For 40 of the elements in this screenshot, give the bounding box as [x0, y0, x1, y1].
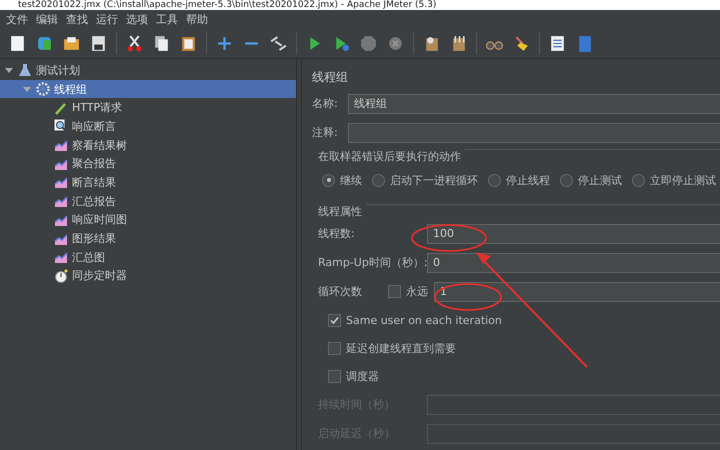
- radio-option[interactable]: 继续: [322, 172, 362, 188]
- field-label: 循环次数: [318, 284, 363, 299]
- checkbox-label: 延迟创建线程直到需要: [346, 340, 456, 356]
- tree-item[interactable]: 察看结果树: [0, 136, 296, 154]
- tree-item[interactable]: 汇总报告: [0, 192, 296, 210]
- tree-item[interactable]: HTTP请求: [0, 98, 296, 118]
- group-title: 线程属性: [316, 204, 366, 219]
- menu-item[interactable]: 工具: [156, 12, 178, 26]
- field-label: 线程数:: [318, 226, 356, 241]
- tree-item[interactable]: 响应断言: [0, 117, 296, 136]
- window-title: test20201022.jmx (C:\install\apache-jmeter-5.3\bin\test20201022.jmx) - Apache JMeter (5.3): [0, 0, 720, 10]
- group-title: 在取样器错误后要执行的动作: [316, 149, 465, 164]
- radio-option[interactable]: 停止测试: [560, 172, 622, 188]
- radio-option[interactable]: 启动下一进程循环: [372, 172, 478, 188]
- ramp-up-field[interactable]: 0: [427, 252, 720, 272]
- radio-option[interactable]: 停止线程: [488, 172, 550, 188]
- menu-item[interactable]: 帮助: [186, 12, 208, 26]
- menu-item[interactable]: 编辑: [36, 12, 58, 26]
- tree-item[interactable]: 测试计划: [0, 61, 296, 80]
- menu-item[interactable]: 查找: [66, 12, 88, 26]
- tree-item[interactable]: 断言结果: [0, 173, 296, 192]
- field-label: Ramp-Up时间（秒）:: [318, 255, 427, 270]
- checkbox-label: 调度器: [346, 368, 379, 384]
- tree-item[interactable]: 图形结果: [0, 229, 296, 248]
- field-label: 注释:: [312, 125, 339, 140]
- menu-item[interactable]: 文件: [6, 12, 28, 26]
- field-label: 名称:: [312, 96, 339, 111]
- name-field[interactable]: 线程组: [348, 94, 720, 114]
- menu-item[interactable]: 运行: [96, 12, 118, 26]
- menu-item[interactable]: 选项: [126, 12, 148, 26]
- tree-item[interactable]: 线程组: [0, 80, 296, 98]
- tree-item[interactable]: 汇总图: [0, 248, 296, 267]
- tree-item[interactable]: 聚合报告: [0, 154, 296, 174]
- checkbox-label: Same user on each iteration: [346, 314, 502, 326]
- tree-item[interactable]: 响应时间图: [0, 210, 296, 230]
- threads-field[interactable]: 100: [427, 224, 720, 244]
- radio-option[interactable]: 立即停止测试: [632, 172, 716, 188]
- tree-item[interactable]: 同步定时器: [0, 266, 296, 286]
- panel-title: 线程组: [312, 69, 349, 86]
- checkbox-label: 永远: [406, 284, 428, 299]
